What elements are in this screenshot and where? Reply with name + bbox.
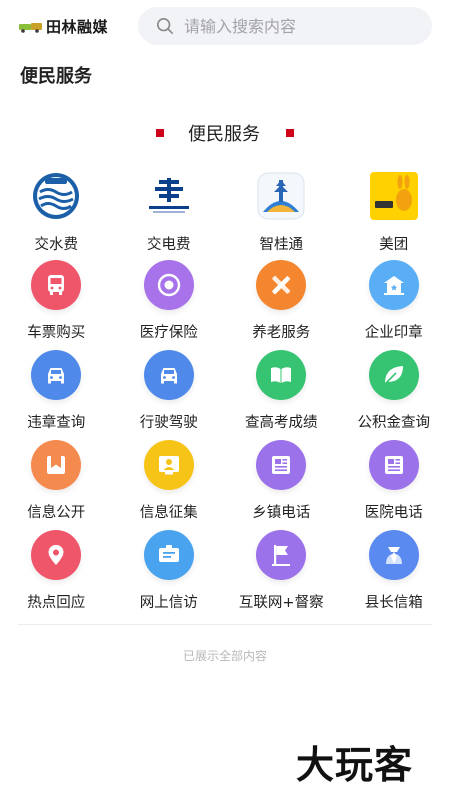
service-item-hotspot-response[interactable]: 热点回应 [0, 530, 113, 620]
user-board-icon [143, 440, 194, 490]
zhiguitong-app-logo-icon [255, 170, 307, 222]
service-label: 医院电话 [364, 505, 423, 521]
app-logo[interactable]: 田林融媒 [18, 15, 108, 37]
service-item-electricity-bill[interactable]: 交电费 [113, 170, 226, 260]
service-label: 行驶驾驶 [139, 415, 198, 431]
book-icon [256, 350, 307, 400]
service-label: 公积金查询 [357, 415, 431, 431]
service-item-info-disclosure[interactable]: 信息公开 [0, 440, 113, 530]
enterprise-building-icon [368, 260, 419, 310]
car-icon [31, 350, 82, 400]
section-marker-left [156, 129, 164, 137]
service-item-internet-supervision[interactable]: 互联网+督察 [225, 530, 338, 620]
service-item-exam-score[interactable]: 查高考成绩 [225, 350, 338, 440]
service-item-ticket-purchase[interactable]: 车票购买 [0, 260, 113, 350]
meituan-logo-icon [368, 170, 420, 222]
service-item-online-petition[interactable]: 网上信访 [113, 530, 226, 620]
logo-mark-icon [19, 23, 42, 33]
service-label: 违章查询 [27, 415, 86, 431]
service-item-housing-fund[interactable]: 公积金查询 [338, 350, 450, 440]
service-label: 企业印章 [364, 325, 423, 341]
section-title: 便民服务 [188, 124, 260, 145]
service-item-water-bill[interactable]: 交水费 [0, 170, 113, 260]
service-item-enterprise-seal[interactable]: 企业印章 [338, 260, 450, 350]
location-pin-icon [31, 530, 82, 580]
service-item-meituan[interactable]: 美团 [338, 170, 450, 260]
service-label: 乡镇电话 [252, 505, 311, 521]
service-label: 医疗保险 [139, 325, 198, 341]
search-input[interactable] [184, 16, 414, 36]
southern-grid-logo-icon [143, 170, 195, 222]
service-label: 信息征集 [139, 505, 198, 521]
service-label: 交水费 [34, 237, 79, 253]
service-label: 养老服务 [252, 325, 311, 341]
medical-insurance-icon [143, 260, 194, 310]
service-item-violation-query[interactable]: 违章查询 [0, 350, 113, 440]
service-label: 信息公开 [27, 505, 86, 521]
services-grid: 交水费 交电费 智桂通 美团 车票购买 医疗保险 养老服务 企业印章 违章查询 … [0, 170, 450, 620]
message-board-icon [143, 530, 194, 580]
service-label: 查高考成绩 [245, 415, 318, 431]
service-item-hospital-phone[interactable]: 医院电话 [338, 440, 450, 530]
search-bar[interactable] [138, 7, 432, 45]
service-item-medical-insurance[interactable]: 医疗保险 [113, 260, 226, 350]
logo-text: 田林融媒 [46, 17, 109, 36]
service-label: 热点回应 [27, 595, 86, 611]
section-marker-right [286, 129, 294, 137]
leaf-icon [368, 350, 419, 400]
divider [18, 624, 432, 625]
service-item-township-phone[interactable]: 乡镇电话 [225, 440, 338, 530]
person-tie-icon [368, 530, 419, 580]
newspaper-icon [368, 440, 419, 490]
section-header: 便民服务 [0, 118, 450, 148]
water-bureau-logo-icon [30, 170, 82, 222]
service-label: 县长信箱 [364, 595, 423, 611]
service-label: 交电费 [147, 237, 191, 253]
search-icon [156, 17, 174, 35]
newspaper-icon [256, 440, 307, 490]
car-icon [143, 350, 194, 400]
page-title: 便民服务 [20, 66, 92, 87]
service-item-driving[interactable]: 行驶驾驶 [113, 350, 226, 440]
service-label: 车票购买 [27, 325, 86, 341]
top-bar: 田林融媒 [0, 0, 450, 52]
end-of-list-note: 已展示全部内容 [182, 649, 267, 663]
service-label: 美团 [379, 237, 409, 253]
bookmark-icon [31, 440, 82, 490]
service-item-county-mailbox[interactable]: 县长信箱 [338, 530, 450, 620]
service-label: 智桂通 [259, 237, 304, 253]
flag-icon [256, 530, 307, 580]
service-item-zhiguitong[interactable]: 智桂通 [225, 170, 338, 260]
service-item-info-collection[interactable]: 信息征集 [113, 440, 226, 530]
service-label: 互联网+督察 [238, 595, 324, 611]
service-item-elderly-care[interactable]: 养老服务 [225, 260, 338, 350]
service-label: 网上信访 [139, 595, 198, 611]
bus-icon [31, 260, 82, 310]
pencil-ruler-icon [256, 260, 307, 310]
watermark-text: 大玩客 [296, 743, 414, 787]
